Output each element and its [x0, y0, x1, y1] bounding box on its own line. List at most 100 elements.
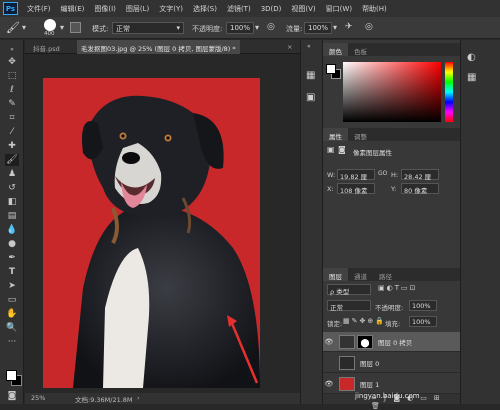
blur-tool-icon[interactable]: 💧: [5, 224, 19, 236]
clone-stamp-tool-icon[interactable]: ♟: [5, 168, 19, 180]
zoom-level[interactable]: 25%: [31, 394, 45, 402]
tab-adjustments[interactable]: 调整: [348, 128, 373, 141]
y-value: 80 像素: [404, 187, 428, 195]
pressure-size-icon[interactable]: ◎: [365, 22, 373, 32]
airbrush-icon[interactable]: ✈: [345, 22, 353, 32]
move-tool-icon[interactable]: ✥: [5, 56, 19, 68]
eraser-tool-icon[interactable]: ◧: [5, 196, 19, 208]
menu-help[interactable]: 帮助(H): [357, 4, 392, 14]
swatches-panel-icon[interactable]: ▦: [467, 72, 476, 83]
quick-select-tool-icon[interactable]: ✎: [5, 98, 19, 110]
brush-tool-icon[interactable]: 🖌: [5, 154, 19, 166]
document-size: 文档:9.36M/21.8M: [75, 396, 133, 404]
collapse-icon[interactable]: «: [307, 43, 311, 50]
pressure-opacity-icon[interactable]: ◎: [267, 22, 275, 32]
tab-paths[interactable]: 路径: [373, 268, 398, 281]
flow-input[interactable]: 100%: [304, 22, 332, 34]
eyedropper-tool-icon[interactable]: ⁄: [5, 126, 19, 138]
menu-filter[interactable]: 滤镜(T): [222, 4, 256, 14]
menu-layer[interactable]: 图层(L): [121, 4, 154, 14]
dropdown-arrow-icon[interactable]: ▾: [22, 23, 26, 32]
brush-tool-icon[interactable]: 🖌: [6, 21, 20, 34]
layer-opacity-input[interactable]: 100%: [409, 300, 437, 311]
path-select-tool-icon[interactable]: ➤: [5, 280, 19, 292]
flow-label: 流量:: [286, 25, 303, 33]
link-proportions-button[interactable]: GO: [378, 170, 387, 177]
history-brush-tool-icon[interactable]: ↺: [5, 182, 19, 194]
healing-tool-icon[interactable]: ✚: [5, 140, 19, 152]
shape-tool-icon[interactable]: ▭: [5, 294, 19, 306]
blend-mode-select[interactable]: 正常: [327, 300, 371, 312]
tab-close-icon[interactable]: ×: [283, 40, 296, 54]
layer-row[interactable]: 👁 图层 0 拷贝: [323, 332, 461, 352]
menu-file[interactable]: 文件(F): [22, 4, 56, 14]
menu-image[interactable]: 图像(I): [89, 4, 121, 14]
eye-icon[interactable]: 👁: [323, 338, 335, 346]
dropdown-arrow-icon[interactable]: ▾: [60, 23, 64, 32]
type-tool-icon[interactable]: T: [5, 266, 19, 278]
toolbar: » ✥ ⬚ ℓ ✎ ⌗ ⁄ ✚ 🖌 ♟ ↺ ◧ ▤ 💧 ● ✒ T ➤ ▭ ✋ …: [0, 40, 24, 404]
foreground-color-swatch[interactable]: [6, 370, 17, 381]
lasso-tool-icon[interactable]: ℓ: [5, 84, 19, 96]
hand-tool-icon[interactable]: ✋: [5, 308, 19, 320]
properties-panel-icon[interactable]: ▣: [306, 92, 315, 103]
tab-properties[interactable]: 属性: [323, 128, 348, 141]
hue-slider[interactable]: [445, 62, 453, 122]
tab-active-document[interactable]: 毛发抠图03.jpg @ 25% (图层 0 拷贝, 图层蒙版/8) *: [77, 40, 240, 54]
fill-input[interactable]: 100%: [409, 316, 437, 327]
eye-icon[interactable]: 👁: [323, 380, 335, 388]
menu-3d[interactable]: 3D(D): [256, 5, 287, 13]
brush-panel-toggle-icon[interactable]: [70, 22, 81, 33]
pen-tool-icon[interactable]: ✒: [5, 252, 19, 264]
menu-window[interactable]: 窗口(W): [321, 4, 357, 14]
tab-channels[interactable]: 通道: [348, 268, 373, 281]
foreground-color-swatch[interactable]: [326, 64, 336, 74]
zoom-tool-icon[interactable]: 🔍: [5, 322, 19, 334]
folder-icon[interactable]: ▭: [420, 394, 434, 402]
color-field[interactable]: [343, 62, 441, 122]
height-input[interactable]: 28.42 厘米: [401, 169, 439, 191]
layers-panel-tabs: 图层 通道 路径: [323, 268, 461, 281]
tab-swatches[interactable]: 色板: [348, 43, 373, 56]
dropdown-arrow-icon[interactable]: ▾: [255, 23, 259, 32]
width-input[interactable]: 19.82 厘米: [337, 169, 375, 191]
dropdown-arrow-icon[interactable]: ▾: [333, 23, 337, 32]
menu-edit[interactable]: 编辑(E): [56, 4, 90, 14]
gradient-tool-icon[interactable]: ▤: [5, 210, 19, 222]
color-panel-icon[interactable]: ◐: [467, 52, 476, 63]
layer-mask-thumbnail: [357, 334, 373, 349]
crop-tool-icon[interactable]: ⌗: [5, 112, 19, 124]
layer-filter-value: ρ 类型: [330, 288, 350, 296]
layer-row[interactable]: 👁 图层 1: [323, 374, 461, 394]
tab-layers[interactable]: 图层: [323, 268, 348, 281]
layer-filter-select[interactable]: ρ 类型: [327, 284, 371, 296]
x-input[interactable]: 108 像素: [337, 183, 375, 195]
brush-preset-icon[interactable]: [44, 19, 56, 31]
tab-color[interactable]: 颜色: [323, 43, 348, 56]
menu-select[interactable]: 选择(S): [188, 4, 222, 14]
blend-mode-value: 正常: [330, 304, 343, 312]
opacity-input[interactable]: 100%: [226, 22, 254, 34]
layer-row[interactable]: 图层 0: [323, 353, 461, 373]
h-label: H:: [391, 171, 399, 179]
lock-icons[interactable]: ▦✎✥⊕🔒: [343, 317, 386, 325]
filter-icons[interactable]: ▣◐T▭⊡: [378, 284, 417, 292]
more-tools-icon[interactable]: ···: [5, 336, 19, 348]
menu-type[interactable]: 文字(Y): [154, 4, 188, 14]
dodge-tool-icon[interactable]: ●: [5, 238, 19, 250]
w-label: W:: [327, 171, 336, 179]
history-panel-icon[interactable]: ▦: [306, 70, 315, 81]
collapse-icon[interactable]: »: [5, 43, 19, 55]
quick-mask-icon[interactable]: ◙: [5, 390, 19, 402]
chevron-right-icon[interactable]: ›: [137, 394, 140, 402]
marquee-tool-icon[interactable]: ⬚: [5, 70, 19, 82]
arrow-annotation-icon: [227, 315, 259, 384]
layer-opacity-value: 100%: [412, 302, 431, 310]
y-input[interactable]: 80 像素: [401, 183, 439, 195]
new-layer-icon[interactable]: ⊞: [434, 394, 447, 402]
trash-icon[interactable]: 🗑: [371, 402, 387, 410]
mode-select[interactable]: 正常 ▾: [112, 22, 184, 34]
fill-value: 100%: [412, 318, 431, 326]
tab-douyin[interactable]: 抖音.psd: [29, 40, 64, 54]
menu-view[interactable]: 视图(V): [286, 4, 320, 14]
